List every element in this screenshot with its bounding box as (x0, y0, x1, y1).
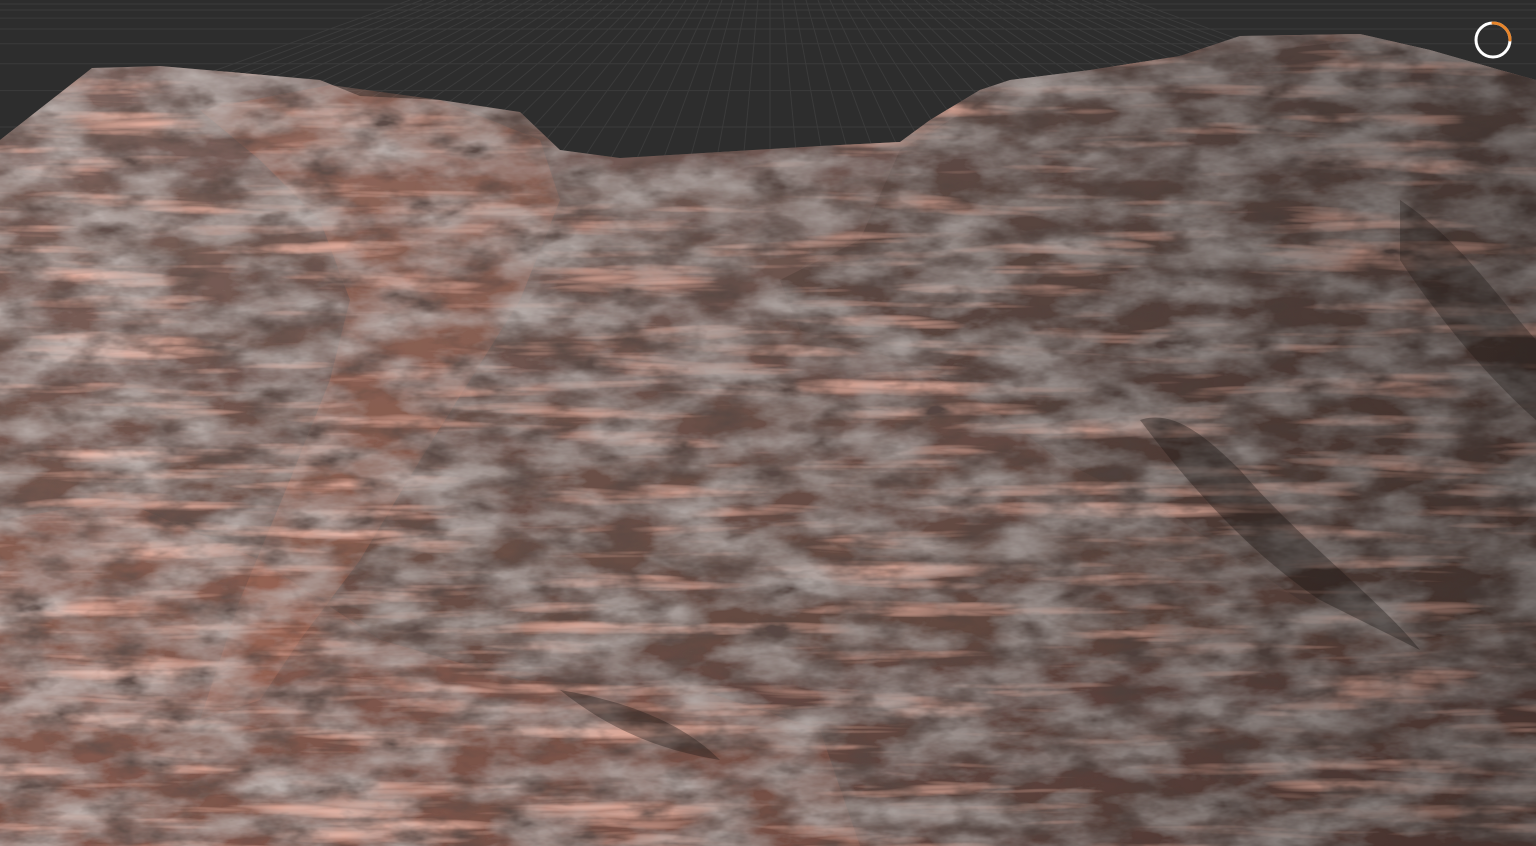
3d-viewport[interactable] (0, 0, 1536, 846)
terrain-mesh[interactable] (0, 0, 1536, 846)
loading-spinner-icon (1474, 21, 1512, 59)
